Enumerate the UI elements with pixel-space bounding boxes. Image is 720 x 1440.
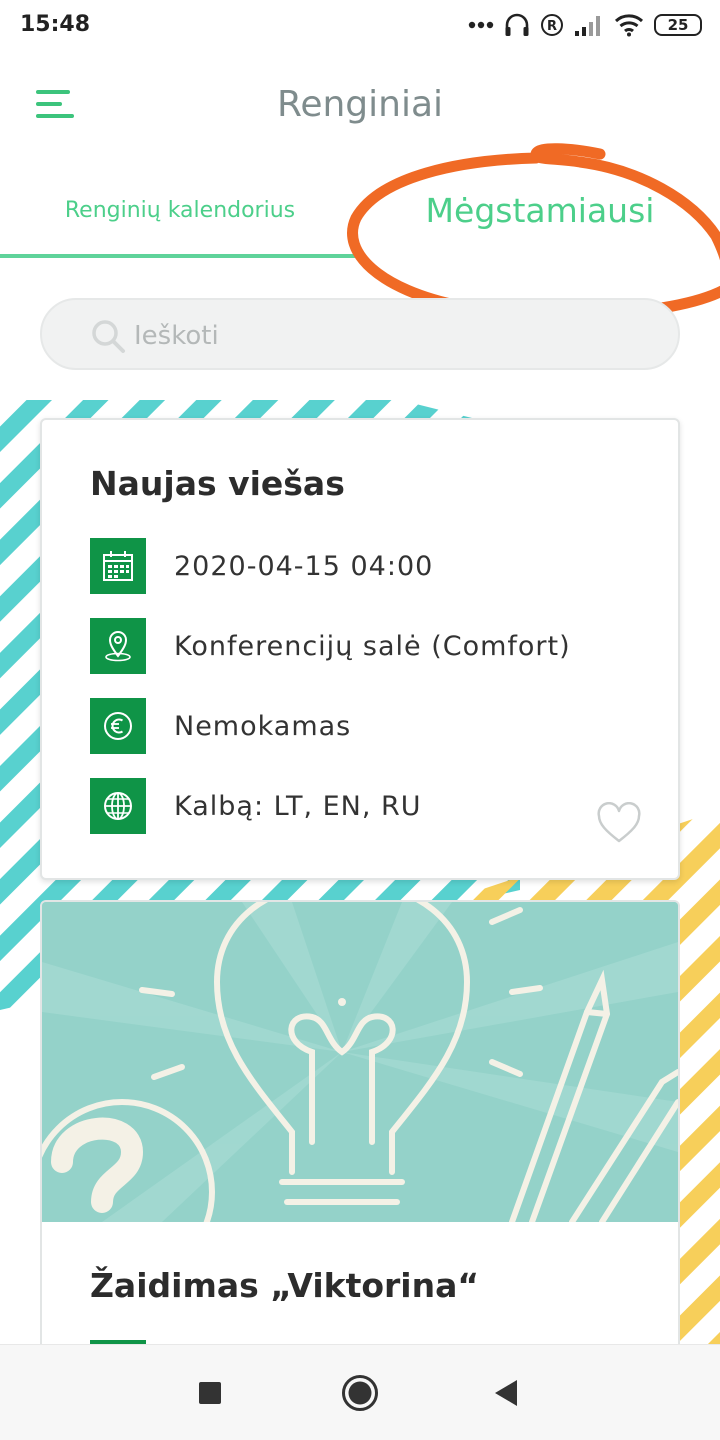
globe-icon xyxy=(90,778,146,834)
tab-event-calendar[interactable]: Renginių kalendorius xyxy=(0,166,360,254)
event-image-lightbulb xyxy=(42,902,678,1222)
registered-icon: R xyxy=(541,14,563,36)
status-time: 15:48 xyxy=(20,12,91,37)
headphones-icon xyxy=(505,13,529,36)
event-title: Naujas viešas xyxy=(90,464,345,503)
status-bar: 15:48 R 25 xyxy=(0,0,720,52)
back-triangle-icon[interactable] xyxy=(486,1373,526,1413)
battery-icon: 25 xyxy=(654,14,702,36)
event-date-row: 2020-04-15 04:00 xyxy=(90,538,650,594)
tab-bar: Renginių kalendorius Mėgstamiausi xyxy=(0,170,720,260)
svg-text:R: R xyxy=(547,19,557,34)
event-languages: Kalbą: LT, EN, RU xyxy=(174,790,422,822)
event-title: Žaidimas „Viktorina“ xyxy=(90,1266,480,1305)
event-location: Konferencijų salė (Comfort) xyxy=(174,630,571,662)
page-title: Renginiai xyxy=(276,84,444,125)
search-bar[interactable] xyxy=(40,298,680,370)
status-icons: R 25 xyxy=(468,10,702,40)
favorite-heart-icon[interactable] xyxy=(596,802,642,846)
location-pin-icon xyxy=(90,618,146,674)
home-circle-icon[interactable] xyxy=(340,1373,380,1413)
system-navigation-bar xyxy=(0,1344,720,1440)
recents-square-icon[interactable] xyxy=(190,1373,230,1413)
event-location-row: Konferencijų salė (Comfort) xyxy=(90,618,650,674)
event-language-row: Kalbą: LT, EN, RU xyxy=(90,778,650,834)
wifi-icon xyxy=(614,14,644,37)
active-tab-indicator xyxy=(0,254,360,258)
calendar-icon xyxy=(90,538,146,594)
signal-icon xyxy=(575,16,600,36)
event-price: Nemokamas xyxy=(174,710,352,742)
search-icon xyxy=(92,320,125,353)
tab-favorites[interactable]: Mėgstamiausi xyxy=(360,166,720,254)
euro-icon xyxy=(90,698,146,754)
more-dots-icon xyxy=(468,21,494,29)
event-card[interactable]: Naujas viešas 2020-04-15 04:00 Konferenc… xyxy=(40,418,680,880)
event-card[interactable]: Žaidimas „Viktorina“ xyxy=(40,900,680,1360)
event-price-row: Nemokamas xyxy=(90,698,650,754)
app-header: Renginiai xyxy=(0,60,720,150)
search-input[interactable] xyxy=(134,312,634,360)
event-date: 2020-04-15 04:00 xyxy=(174,550,434,582)
